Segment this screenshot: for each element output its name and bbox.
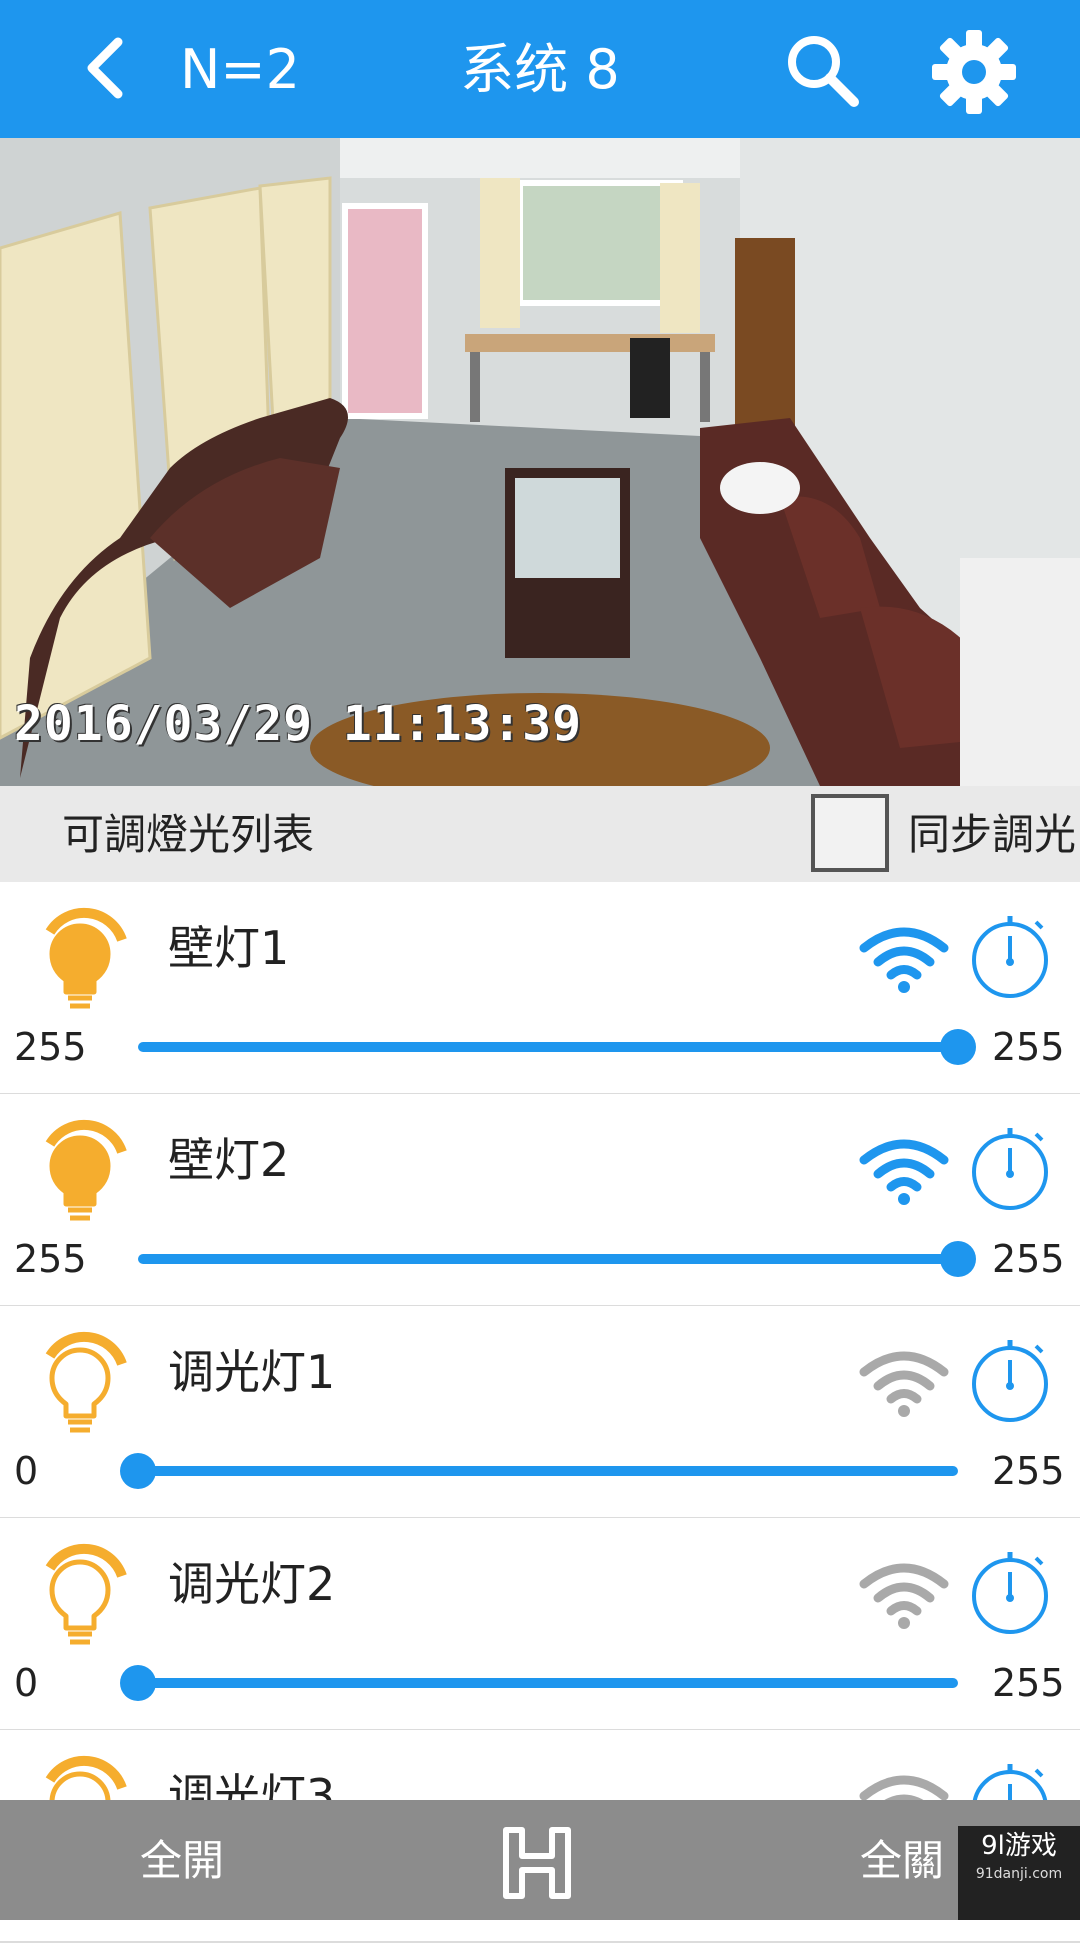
brightness-max: 255	[992, 1661, 1065, 1705]
wifi-icon	[859, 1563, 949, 1629]
timer-icon[interactable]	[970, 1336, 1054, 1426]
timer-icon[interactable]	[970, 1124, 1054, 1214]
brightness-max: 255	[992, 1237, 1065, 1281]
watermark-text: 9l游戏	[981, 1831, 1057, 1861]
gear-icon[interactable]	[928, 26, 1020, 118]
all-off-button[interactable]: 全關	[860, 1836, 944, 1886]
bulb-icon[interactable]	[30, 1116, 140, 1226]
wifi-icon	[859, 1139, 949, 1205]
slider-thumb[interactable]	[940, 1029, 976, 1065]
wifi-icon	[859, 927, 949, 993]
brightness-value: 255	[14, 1025, 87, 1069]
timer-icon[interactable]	[970, 912, 1054, 1002]
brightness-max: 255	[992, 1449, 1065, 1493]
sync-dimming-label: 同步調光	[908, 810, 1077, 859]
light-name: 壁灯1	[168, 921, 290, 975]
brightness-value: 0	[14, 1449, 39, 1493]
camera-timestamp: 2016/03/29 11:13:39	[14, 696, 583, 752]
brightness-slider[interactable]	[120, 1453, 958, 1489]
brightness-slider[interactable]	[138, 1029, 976, 1065]
page-title: 系统 8	[460, 38, 620, 101]
home-icon[interactable]	[500, 1826, 574, 1900]
light-row: 壁灯1 255 255	[0, 882, 1080, 1095]
light-name: 壁灯2	[168, 1133, 290, 1187]
light-row: 调光灯2 0 255	[0, 1518, 1080, 1731]
light-name: 调光灯1	[168, 1345, 336, 1399]
slider-thumb[interactable]	[120, 1453, 156, 1489]
sync-dimming-checkbox[interactable]	[811, 794, 889, 872]
camera-feed[interactable]: 2016/03/29 11:13:39	[0, 138, 1080, 786]
brightness-max: 255	[992, 1025, 1065, 1069]
slider-thumb[interactable]	[120, 1665, 156, 1701]
watermark: 9l游戏 91danji.com	[958, 1826, 1080, 1920]
light-row: 壁灯2 255 255	[0, 1094, 1080, 1307]
section-title: 可調燈光列表	[62, 810, 315, 859]
dimmable-lights-header: 可調燈光列表 同步調光	[0, 786, 1080, 882]
app-bar: N=2 系统 8	[0, 0, 1080, 138]
brightness-slider[interactable]	[138, 1241, 976, 1277]
brightness-slider[interactable]	[120, 1665, 958, 1701]
bulb-icon[interactable]	[30, 904, 140, 1014]
camera-scene	[0, 138, 1080, 786]
bulb-icon[interactable]	[30, 1328, 140, 1438]
brightness-value: 255	[14, 1237, 87, 1281]
bottom-bar: 全開 全關	[0, 1800, 1080, 1920]
slider-thumb[interactable]	[940, 1241, 976, 1277]
brightness-value: 0	[14, 1661, 39, 1705]
all-on-button[interactable]: 全開	[140, 1836, 224, 1886]
watermark-url: 91danji.com	[975, 1866, 1063, 1882]
light-name: 调光灯2	[168, 1557, 336, 1611]
wifi-icon	[859, 1351, 949, 1417]
search-icon[interactable]	[780, 28, 864, 112]
light-row: 调光灯1 0 255	[0, 1306, 1080, 1519]
timer-icon[interactable]	[970, 1548, 1054, 1638]
bulb-icon[interactable]	[30, 1540, 140, 1650]
